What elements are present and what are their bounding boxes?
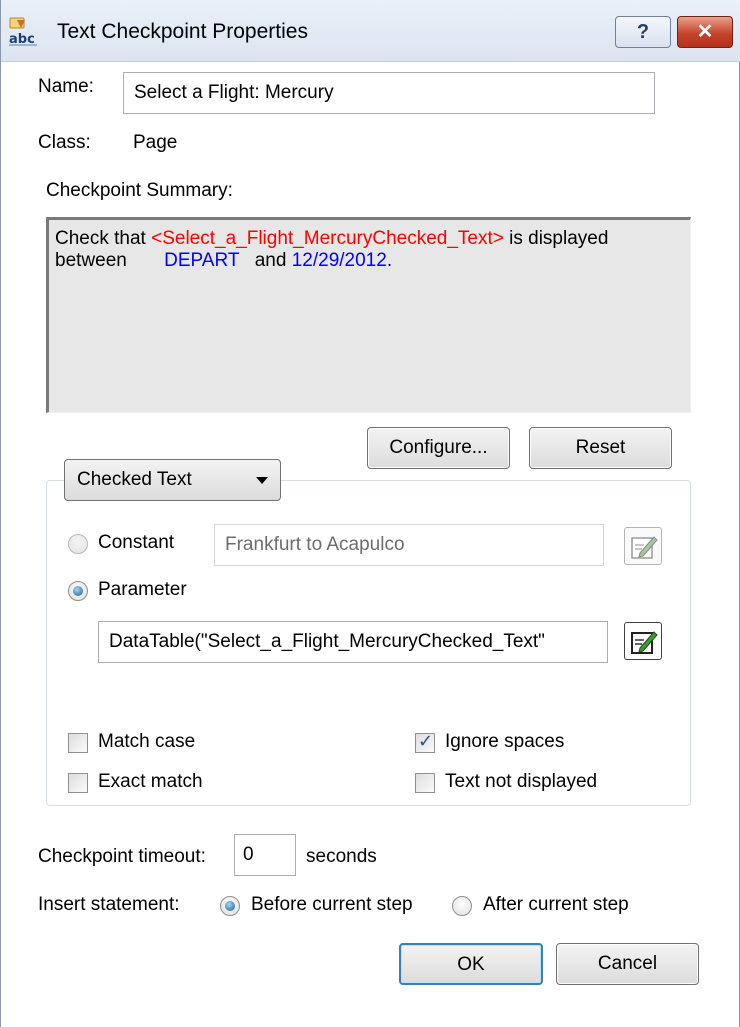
- reset-button[interactable]: Reset: [529, 427, 672, 469]
- constant-value-field[interactable]: Frankfurt to Acapulco: [214, 524, 604, 566]
- constant-edit-button[interactable]: [624, 527, 662, 565]
- constant-label: Constant: [98, 532, 175, 553]
- parameter-value-field[interactable]: DataTable("Select_a_Flight_MercuryChecke…: [98, 621, 608, 663]
- insert-statement-label: Insert statement:: [38, 894, 180, 915]
- ignore-spaces-checkbox[interactable]: [415, 731, 435, 753]
- checkpoint-summary-box: Check that <Select_a_Flight_MercuryCheck…: [46, 217, 691, 413]
- exact-match-checkbox[interactable]: [68, 773, 88, 793]
- summary-text-3: between: [55, 250, 133, 271]
- summary-start-text: DEPART: [164, 250, 240, 271]
- help-button[interactable]: ?: [615, 16, 671, 48]
- parameter-edit-button[interactable]: [624, 622, 662, 660]
- window-title: Text Checkpoint Properties: [57, 20, 308, 43]
- before-current-step-label: Before current step: [251, 894, 413, 915]
- constant-radio[interactable]: [68, 534, 88, 554]
- checked-text-dropdown[interactable]: Checked Text: [64, 459, 281, 501]
- edit-icon-disabled: [631, 536, 658, 559]
- summary-line-1: Check that <Select_a_Flight_MercuryCheck…: [55, 228, 684, 250]
- after-current-step-label: After current step: [483, 894, 629, 915]
- edit-icon: [631, 631, 658, 654]
- summary-text-2: is displayed: [503, 228, 609, 249]
- ok-button[interactable]: OK: [399, 943, 543, 985]
- checked-text-dropdown-value: Checked Text: [77, 469, 192, 490]
- text-checkpoint-properties-dialog: abc Text Checkpoint Properties ? ✕ Name:…: [0, 0, 740, 1027]
- match-case-checkbox[interactable]: [68, 733, 88, 753]
- text-not-displayed-label: Text not displayed: [445, 771, 598, 792]
- title-bar[interactable]: abc Text Checkpoint Properties ? ✕: [1, 0, 740, 62]
- close-button[interactable]: ✕: [677, 16, 733, 48]
- summary-line-2: between DEPART and 12/29/2012.: [55, 250, 684, 272]
- before-current-step-radio[interactable]: [220, 896, 240, 916]
- ignore-spaces-label: Ignore spaces: [445, 731, 565, 752]
- checkpoint-summary-label: Checkpoint Summary:: [46, 180, 233, 201]
- checkpoint-timeout-field[interactable]: 0: [234, 834, 296, 876]
- cancel-button[interactable]: Cancel: [556, 943, 699, 985]
- summary-parameter: <Select_a_Flight_MercuryChecked_Text>: [151, 228, 504, 249]
- exact-match-label: Exact match: [98, 771, 203, 792]
- parameter-label: Parameter: [98, 579, 187, 600]
- text-not-displayed-checkbox[interactable]: [415, 773, 435, 793]
- after-current-step-radio[interactable]: [452, 896, 472, 916]
- class-value: Page: [133, 132, 178, 153]
- svg-text:abc: abc: [9, 32, 35, 46]
- match-case-label: Match case: [98, 731, 196, 752]
- summary-end-text: 12/29/2012: [291, 250, 387, 271]
- class-label: Class:: [38, 132, 91, 153]
- summary-text-1: Check that: [55, 228, 152, 249]
- dropdown-arrow-icon: [256, 477, 268, 484]
- timeout-unit-label: seconds: [306, 846, 377, 867]
- summary-text-4: and: [249, 250, 292, 271]
- name-label: Name:: [38, 76, 94, 97]
- parameter-radio[interactable]: [68, 581, 88, 601]
- name-field[interactable]: Select a Flight: Mercury: [123, 72, 655, 114]
- summary-text-5: .: [386, 250, 393, 271]
- abc-text-icon: abc: [7, 16, 41, 47]
- configure-button[interactable]: Configure...: [367, 427, 510, 469]
- checkpoint-timeout-label: Checkpoint timeout:: [38, 846, 206, 867]
